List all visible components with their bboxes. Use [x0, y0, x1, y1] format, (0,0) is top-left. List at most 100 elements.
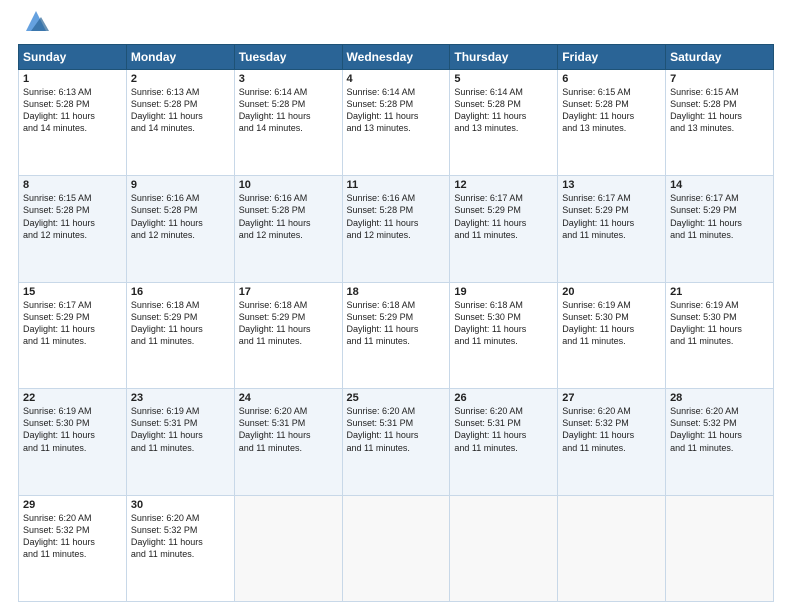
day-number: 10 — [239, 179, 338, 191]
page: SundayMondayTuesdayWednesdayThursdayFrid… — [0, 0, 792, 612]
day-number: 21 — [670, 286, 769, 298]
week-row-3: 15Sunrise: 6:17 AMSunset: 5:29 PMDayligh… — [19, 282, 774, 388]
cell-info: Sunrise: 6:19 AMSunset: 5:31 PMDaylight:… — [131, 405, 230, 454]
day-cell: 16Sunrise: 6:18 AMSunset: 5:29 PMDayligh… — [126, 282, 234, 388]
col-header-friday: Friday — [558, 44, 666, 69]
day-number: 24 — [239, 392, 338, 404]
day-cell: 19Sunrise: 6:18 AMSunset: 5:30 PMDayligh… — [450, 282, 558, 388]
day-number: 1 — [23, 73, 122, 85]
cell-info: Sunrise: 6:20 AMSunset: 5:31 PMDaylight:… — [347, 405, 446, 454]
cell-info: Sunrise: 6:17 AMSunset: 5:29 PMDaylight:… — [670, 192, 769, 241]
day-number: 11 — [347, 179, 446, 191]
day-cell: 29Sunrise: 6:20 AMSunset: 5:32 PMDayligh… — [19, 495, 127, 601]
day-cell: 7Sunrise: 6:15 AMSunset: 5:28 PMDaylight… — [666, 69, 774, 175]
cell-info: Sunrise: 6:20 AMSunset: 5:32 PMDaylight:… — [131, 512, 230, 561]
cell-info: Sunrise: 6:14 AMSunset: 5:28 PMDaylight:… — [239, 86, 338, 135]
cell-info: Sunrise: 6:20 AMSunset: 5:32 PMDaylight:… — [562, 405, 661, 454]
day-number: 26 — [454, 392, 553, 404]
cell-info: Sunrise: 6:18 AMSunset: 5:29 PMDaylight:… — [131, 299, 230, 348]
cell-info: Sunrise: 6:13 AMSunset: 5:28 PMDaylight:… — [23, 86, 122, 135]
day-cell: 30Sunrise: 6:20 AMSunset: 5:32 PMDayligh… — [126, 495, 234, 601]
day-cell: 11Sunrise: 6:16 AMSunset: 5:28 PMDayligh… — [342, 176, 450, 282]
logo — [18, 16, 51, 36]
day-number: 8 — [23, 179, 122, 191]
day-number: 14 — [670, 179, 769, 191]
cell-info: Sunrise: 6:14 AMSunset: 5:28 PMDaylight:… — [347, 86, 446, 135]
day-cell: 26Sunrise: 6:20 AMSunset: 5:31 PMDayligh… — [450, 389, 558, 495]
day-number: 2 — [131, 73, 230, 85]
cell-info: Sunrise: 6:16 AMSunset: 5:28 PMDaylight:… — [347, 192, 446, 241]
day-cell: 28Sunrise: 6:20 AMSunset: 5:32 PMDayligh… — [666, 389, 774, 495]
day-number: 9 — [131, 179, 230, 191]
day-cell: 25Sunrise: 6:20 AMSunset: 5:31 PMDayligh… — [342, 389, 450, 495]
day-cell: 24Sunrise: 6:20 AMSunset: 5:31 PMDayligh… — [234, 389, 342, 495]
col-header-tuesday: Tuesday — [234, 44, 342, 69]
day-cell: 14Sunrise: 6:17 AMSunset: 5:29 PMDayligh… — [666, 176, 774, 282]
day-number: 6 — [562, 73, 661, 85]
cell-info: Sunrise: 6:18 AMSunset: 5:29 PMDaylight:… — [239, 299, 338, 348]
cell-info: Sunrise: 6:20 AMSunset: 5:32 PMDaylight:… — [23, 512, 122, 561]
day-cell: 10Sunrise: 6:16 AMSunset: 5:28 PMDayligh… — [234, 176, 342, 282]
cell-info: Sunrise: 6:19 AMSunset: 5:30 PMDaylight:… — [670, 299, 769, 348]
day-number: 25 — [347, 392, 446, 404]
day-cell: 22Sunrise: 6:19 AMSunset: 5:30 PMDayligh… — [19, 389, 127, 495]
day-number: 22 — [23, 392, 122, 404]
cell-info: Sunrise: 6:17 AMSunset: 5:29 PMDaylight:… — [562, 192, 661, 241]
day-number: 23 — [131, 392, 230, 404]
day-cell: 15Sunrise: 6:17 AMSunset: 5:29 PMDayligh… — [19, 282, 127, 388]
day-cell: 4Sunrise: 6:14 AMSunset: 5:28 PMDaylight… — [342, 69, 450, 175]
col-header-sunday: Sunday — [19, 44, 127, 69]
day-number: 30 — [131, 499, 230, 511]
cell-info: Sunrise: 6:17 AMSunset: 5:29 PMDaylight:… — [454, 192, 553, 241]
day-cell — [666, 495, 774, 601]
day-cell: 17Sunrise: 6:18 AMSunset: 5:29 PMDayligh… — [234, 282, 342, 388]
week-row-2: 8Sunrise: 6:15 AMSunset: 5:28 PMDaylight… — [19, 176, 774, 282]
cell-info: Sunrise: 6:16 AMSunset: 5:28 PMDaylight:… — [131, 192, 230, 241]
day-cell: 6Sunrise: 6:15 AMSunset: 5:28 PMDaylight… — [558, 69, 666, 175]
cell-info: Sunrise: 6:20 AMSunset: 5:31 PMDaylight:… — [454, 405, 553, 454]
cell-info: Sunrise: 6:13 AMSunset: 5:28 PMDaylight:… — [131, 86, 230, 135]
day-cell — [558, 495, 666, 601]
cell-info: Sunrise: 6:18 AMSunset: 5:30 PMDaylight:… — [454, 299, 553, 348]
day-number: 28 — [670, 392, 769, 404]
calendar-table: SundayMondayTuesdayWednesdayThursdayFrid… — [18, 44, 774, 602]
cell-info: Sunrise: 6:14 AMSunset: 5:28 PMDaylight:… — [454, 86, 553, 135]
week-row-4: 22Sunrise: 6:19 AMSunset: 5:30 PMDayligh… — [19, 389, 774, 495]
cell-info: Sunrise: 6:17 AMSunset: 5:29 PMDaylight:… — [23, 299, 122, 348]
day-cell: 2Sunrise: 6:13 AMSunset: 5:28 PMDaylight… — [126, 69, 234, 175]
col-header-monday: Monday — [126, 44, 234, 69]
day-cell — [234, 495, 342, 601]
col-header-saturday: Saturday — [666, 44, 774, 69]
cell-info: Sunrise: 6:15 AMSunset: 5:28 PMDaylight:… — [23, 192, 122, 241]
cell-info: Sunrise: 6:19 AMSunset: 5:30 PMDaylight:… — [23, 405, 122, 454]
cell-info: Sunrise: 6:16 AMSunset: 5:28 PMDaylight:… — [239, 192, 338, 241]
day-cell: 5Sunrise: 6:14 AMSunset: 5:28 PMDaylight… — [450, 69, 558, 175]
logo-icon — [21, 9, 51, 35]
day-number: 29 — [23, 499, 122, 511]
day-cell: 12Sunrise: 6:17 AMSunset: 5:29 PMDayligh… — [450, 176, 558, 282]
cell-info: Sunrise: 6:19 AMSunset: 5:30 PMDaylight:… — [562, 299, 661, 348]
week-row-5: 29Sunrise: 6:20 AMSunset: 5:32 PMDayligh… — [19, 495, 774, 601]
cell-info: Sunrise: 6:18 AMSunset: 5:29 PMDaylight:… — [347, 299, 446, 348]
day-number: 15 — [23, 286, 122, 298]
day-cell: 18Sunrise: 6:18 AMSunset: 5:29 PMDayligh… — [342, 282, 450, 388]
day-cell: 8Sunrise: 6:15 AMSunset: 5:28 PMDaylight… — [19, 176, 127, 282]
day-cell: 9Sunrise: 6:16 AMSunset: 5:28 PMDaylight… — [126, 176, 234, 282]
cell-info: Sunrise: 6:20 AMSunset: 5:31 PMDaylight:… — [239, 405, 338, 454]
cell-info: Sunrise: 6:15 AMSunset: 5:28 PMDaylight:… — [670, 86, 769, 135]
day-cell — [342, 495, 450, 601]
day-cell: 1Sunrise: 6:13 AMSunset: 5:28 PMDaylight… — [19, 69, 127, 175]
day-number: 18 — [347, 286, 446, 298]
week-row-1: 1Sunrise: 6:13 AMSunset: 5:28 PMDaylight… — [19, 69, 774, 175]
day-number: 4 — [347, 73, 446, 85]
header-row: SundayMondayTuesdayWednesdayThursdayFrid… — [19, 44, 774, 69]
day-cell: 13Sunrise: 6:17 AMSunset: 5:29 PMDayligh… — [558, 176, 666, 282]
day-cell: 23Sunrise: 6:19 AMSunset: 5:31 PMDayligh… — [126, 389, 234, 495]
day-number: 13 — [562, 179, 661, 191]
day-number: 3 — [239, 73, 338, 85]
day-cell: 3Sunrise: 6:14 AMSunset: 5:28 PMDaylight… — [234, 69, 342, 175]
day-cell — [450, 495, 558, 601]
day-number: 7 — [670, 73, 769, 85]
day-number: 19 — [454, 286, 553, 298]
day-number: 16 — [131, 286, 230, 298]
